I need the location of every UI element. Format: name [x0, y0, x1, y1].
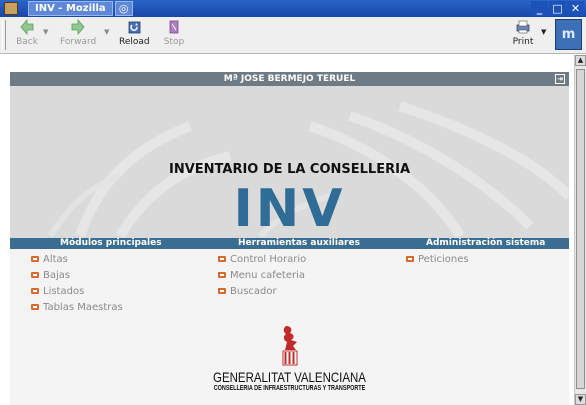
- generalitat-emblem-icon: [282, 326, 297, 366]
- forward-arrow-icon: [71, 19, 85, 35]
- scroll-up-icon[interactable]: ▲: [575, 55, 586, 66]
- link-altas[interactable]: Altas: [31, 251, 123, 267]
- inv-logo: INV: [233, 179, 346, 238]
- print-label: Print: [512, 37, 534, 47]
- link-buscador[interactable]: Buscador: [218, 283, 306, 299]
- link-label: Listados: [43, 285, 85, 297]
- user-bar: Mª JOSE BERMEJO TERUEL ⇥: [10, 72, 569, 86]
- print-button[interactable]: Print: [510, 19, 536, 47]
- back-button[interactable]: Back: [14, 19, 40, 47]
- banner: INVENTARIO DE LA CONSELLERIA INV: [10, 86, 569, 238]
- reload-button[interactable]: Reload: [119, 19, 150, 47]
- section-header-bar: Módulos principales Herramientas auxilia…: [10, 238, 569, 249]
- links-modulos: Altas Bajas Listados Tablas Maestras: [31, 251, 123, 315]
- user-name: Mª JOSE BERMEJO TERUEL: [223, 74, 356, 84]
- link-label: Buscador: [230, 285, 277, 297]
- reload-icon: [128, 21, 141, 34]
- reload-label: Reload: [119, 37, 150, 47]
- maximize-icon[interactable]: □: [549, 1, 566, 16]
- link-bullet-icon: [31, 288, 39, 294]
- link-bullet-icon: [31, 304, 39, 310]
- forward-label: Forward: [60, 37, 97, 47]
- link-listados[interactable]: Listados: [31, 283, 123, 299]
- link-bullet-icon: [218, 272, 226, 278]
- section-title-modulos: Módulos principales: [60, 238, 162, 248]
- navigation-toolbar: Back ▼ Forward ▼ Reload Stop Print ▼ m: [0, 17, 586, 54]
- toolbar-grip[interactable]: [2, 20, 6, 50]
- window-title-tab[interactable]: INV - Mozilla: [28, 1, 113, 16]
- links-administracion: Peticiones: [406, 251, 469, 267]
- printer-icon: [516, 20, 530, 34]
- link-label: Peticiones: [418, 253, 469, 265]
- link-label: Altas: [43, 253, 68, 265]
- app-icon[interactable]: [4, 2, 18, 15]
- stop-button[interactable]: Stop: [161, 19, 187, 47]
- link-bullet-icon: [218, 288, 226, 294]
- link-control-horario[interactable]: Control Horario: [218, 251, 306, 267]
- link-label: Bajas: [43, 269, 71, 281]
- conselleria-name: CONSELLERIA DE INFRAESTRUCTURAS Y TRANSP…: [213, 385, 366, 392]
- throbber-glyph: m: [561, 27, 576, 42]
- section-title-herramientas: Herramientas auxiliares: [238, 238, 360, 248]
- page-content: Mª JOSE BERMEJO TERUEL ⇥ INVENTARIO DE L…: [0, 55, 574, 405]
- link-bullet-icon: [31, 256, 39, 262]
- links-herramientas: Control Horario Menu cafeteria Buscador: [218, 251, 306, 299]
- link-bullet-icon: [406, 256, 414, 262]
- link-peticiones[interactable]: Peticiones: [406, 251, 469, 267]
- scroll-down-icon[interactable]: ▼: [575, 394, 586, 405]
- link-label: Tablas Maestras: [43, 301, 123, 313]
- generalitat-name: GENERALITAT VALENCIANA: [213, 369, 366, 385]
- stop-icon: [169, 20, 179, 34]
- link-label: Control Horario: [230, 253, 307, 265]
- link-bullet-icon: [218, 256, 226, 262]
- back-label: Back: [16, 37, 38, 47]
- page-heading: INVENTARIO DE LA CONSELLERIA: [168, 162, 411, 177]
- swirl-icon[interactable]: ◎: [114, 1, 133, 16]
- window-title: INV - Mozilla: [35, 3, 106, 14]
- forward-button[interactable]: Forward: [60, 19, 96, 47]
- link-bullet-icon: [31, 272, 39, 278]
- link-menu-cafeteria[interactable]: Menu cafeteria: [218, 267, 306, 283]
- window-controls: _ □ ✕: [531, 1, 584, 16]
- window-titlebar: INV - Mozilla ◎ _ □ ✕: [0, 0, 586, 17]
- minimize-icon[interactable]: _: [531, 1, 548, 16]
- logout-icon[interactable]: ⇥: [555, 74, 565, 84]
- link-tablas-maestras[interactable]: Tablas Maestras: [31, 299, 123, 315]
- link-label: Menu cafeteria: [230, 269, 306, 281]
- stop-label: Stop: [163, 37, 185, 47]
- vertical-scrollbar[interactable]: ▲ ▼: [574, 55, 586, 405]
- back-arrow-icon: [20, 19, 34, 35]
- mozilla-throbber-icon[interactable]: m: [555, 19, 582, 50]
- link-bajas[interactable]: Bajas: [31, 267, 123, 283]
- close-icon[interactable]: ✕: [567, 1, 584, 16]
- generalitat-logo: GENERALITAT VALENCIANA CONSELLERIA DE IN…: [10, 324, 569, 392]
- section-title-administracion: Administración sistema: [426, 238, 546, 248]
- inv-page: Mª JOSE BERMEJO TERUEL ⇥ INVENTARIO DE L…: [10, 72, 569, 405]
- scroll-thumb[interactable]: [576, 69, 585, 389]
